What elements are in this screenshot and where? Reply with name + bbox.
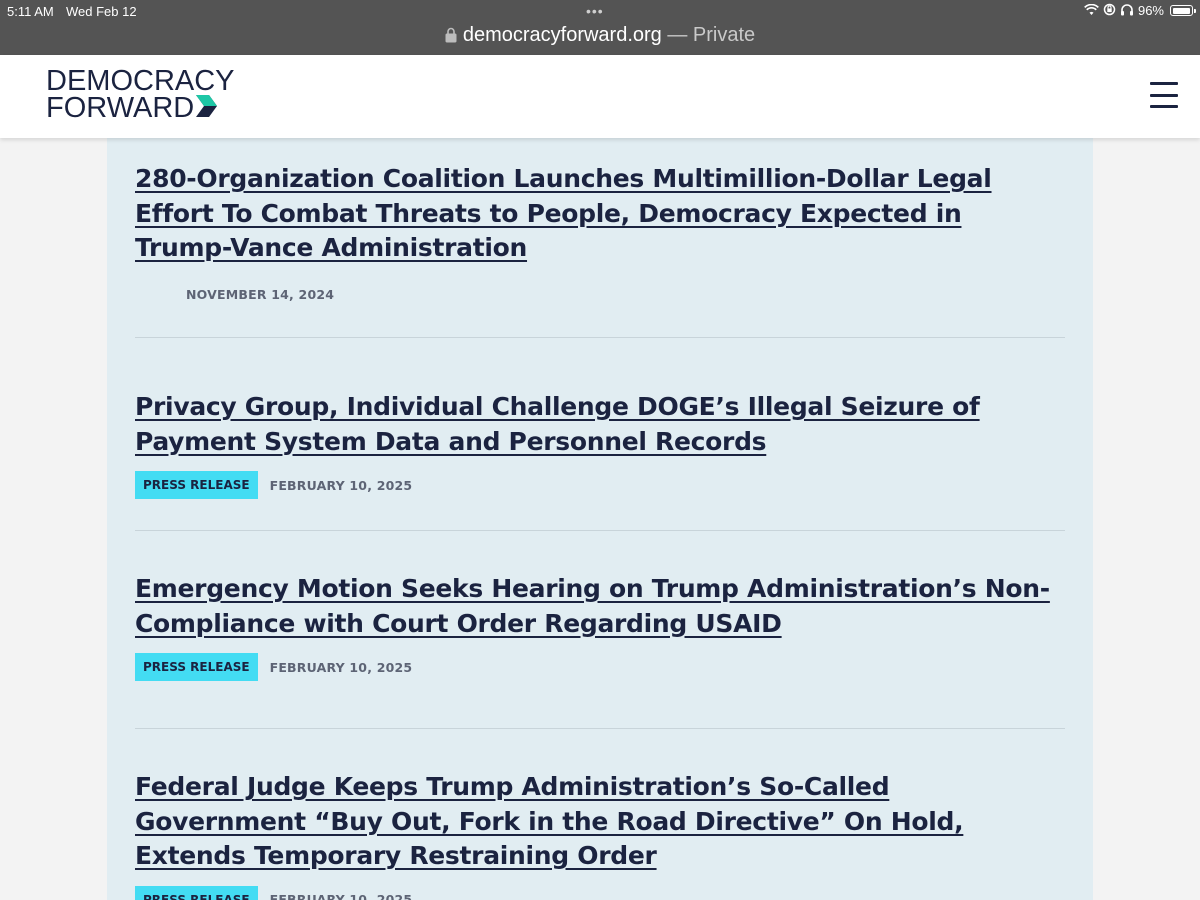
- article-title-link[interactable]: Emergency Motion Seeks Hearing on Trump …: [135, 572, 1065, 641]
- article-date: FEBRUARY 10, 2025: [269, 477, 413, 493]
- list-item: Privacy Group, Individual Challenge DOGE…: [135, 390, 1065, 499]
- orientation-lock-icon: [1103, 3, 1116, 18]
- status-icons: 96%: [1084, 3, 1196, 18]
- battery-percent: 96%: [1137, 3, 1164, 18]
- lock-icon: [445, 26, 457, 49]
- article-meta: PRESS RELEASE FEBRUARY 10, 2025: [135, 471, 1065, 499]
- status-time: 5:11 AM: [7, 4, 54, 19]
- article-title-link[interactable]: 280-Organization Coalition Launches Mult…: [135, 162, 1065, 266]
- article-meta: PRESS RELEASE FEBRUARY 10, 2025: [135, 653, 1065, 681]
- press-release-badge[interactable]: PRESS RELEASE: [135, 471, 258, 499]
- hamburger-menu-icon[interactable]: [1150, 82, 1178, 108]
- list-item: Emergency Motion Seeks Hearing on Trump …: [135, 572, 1065, 681]
- logo-line-2: FORWARD: [46, 92, 195, 124]
- address-bar[interactable]: democracyforward.org — Private: [0, 24, 1200, 49]
- status-date: Wed Feb 12: [66, 4, 137, 19]
- democracy-forward-logo[interactable]: DEMOCRACY FORWARD: [46, 65, 235, 124]
- private-mode-label: — Private: [667, 24, 756, 46]
- divider: [135, 728, 1065, 729]
- divider: [135, 337, 1065, 338]
- article-title-link[interactable]: Privacy Group, Individual Challenge DOGE…: [135, 390, 1065, 459]
- browser-toolbar: 5:11 AM Wed Feb 12 ••• 96% democracyforw…: [0, 0, 1200, 55]
- article-meta: PRESS RELEASE FEBRUARY 10, 2025: [135, 885, 1065, 900]
- press-release-badge[interactable]: PRESS RELEASE: [135, 885, 258, 900]
- logo-chevron-icon: [196, 95, 222, 122]
- multitasking-grabber-icon[interactable]: •••: [586, 3, 604, 19]
- headphones-icon: [1120, 3, 1134, 18]
- article-date: FEBRUARY 10, 2025: [269, 892, 413, 900]
- wifi-icon: [1084, 3, 1099, 18]
- article-date: NOVEMBER 14, 2024: [186, 287, 335, 302]
- article-list: 280-Organization Coalition Launches Mult…: [107, 138, 1093, 900]
- logo-line-2-wrap: FORWARD: [46, 92, 235, 124]
- article-date: FEBRUARY 10, 2025: [269, 659, 413, 675]
- url-text[interactable]: democracyforward.org: [463, 24, 662, 46]
- list-item: 280-Organization Coalition Launches Mult…: [135, 162, 1065, 309]
- logo-line-1: DEMOCRACY: [46, 65, 235, 97]
- battery-icon: [1170, 5, 1196, 16]
- list-item: Federal Judge Keeps Trump Administration…: [135, 770, 1065, 900]
- divider: [135, 530, 1065, 531]
- site-header: DEMOCRACY FORWARD: [0, 55, 1200, 138]
- article-meta: NOVEMBER 14, 2024: [135, 281, 1065, 309]
- press-release-badge[interactable]: PRESS RELEASE: [135, 653, 258, 681]
- article-title-link[interactable]: Federal Judge Keeps Trump Administration…: [135, 770, 1065, 874]
